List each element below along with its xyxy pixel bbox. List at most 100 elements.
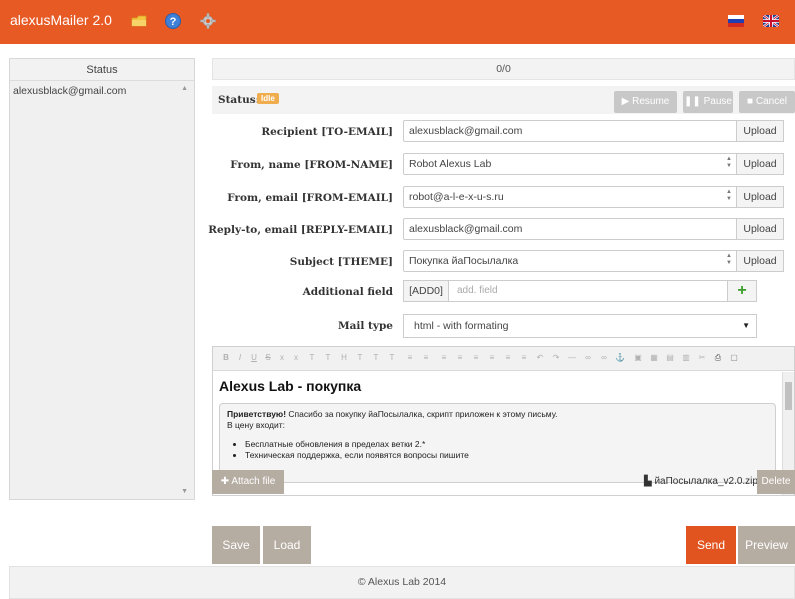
recipient-upload-button[interactable]: Upload xyxy=(737,120,784,142)
scrollbar-thumb[interactable] xyxy=(785,382,792,410)
clear-format-icon[interactable]: T xyxy=(387,353,397,363)
load-button[interactable]: Load xyxy=(263,526,311,564)
reply-to-value: alexusblack@gmail.com xyxy=(409,223,523,235)
align-right-icon[interactable]: ≡ xyxy=(503,353,513,363)
resume-button[interactable]: ▶ Resume xyxy=(614,91,677,113)
recipient-input[interactable]: alexusblack@gmail.com xyxy=(403,120,737,142)
plus-icon: + xyxy=(737,282,747,299)
image-icon[interactable]: ▣ xyxy=(633,353,643,363)
spinner-icon[interactable]: ▲ ▼ xyxy=(726,156,732,170)
underline-icon[interactable]: U xyxy=(249,353,259,363)
reply-to-input[interactable]: alexusblack@gmail.com xyxy=(403,218,737,240)
superscript-icon[interactable]: x xyxy=(291,353,301,363)
horizontal-rule-icon[interactable]: — xyxy=(567,353,577,363)
subject-label: Subject [THEME] xyxy=(289,256,393,268)
message-editor[interactable]: B I U S x x T T H T T T ≡ ≡ ≡ ≡ ≡ ≡ ≡ ≡ … xyxy=(212,346,795,496)
from-email-value: robot@a-l-e-x-u-s.ru xyxy=(409,191,504,203)
cancel-button[interactable]: ■ Cancel xyxy=(739,91,795,113)
stop-icon: ■ xyxy=(747,96,756,107)
price-line: В цену входит: xyxy=(227,420,286,430)
recipient-value: alexusblack@gmail.com xyxy=(409,125,523,137)
attachment-filename: ▙ йаПосылалка_v2.0.zip xyxy=(644,476,758,487)
link-icon[interactable]: ∞ xyxy=(583,353,593,363)
email-intro: Приветствую! Спасибо за покупку йаПосыла… xyxy=(227,409,768,420)
scroll-down-icon[interactable]: ▼ xyxy=(181,488,188,495)
table-icon[interactable]: ▦ xyxy=(649,353,659,363)
spinner-icon[interactable]: ▲ ▼ xyxy=(726,189,732,203)
uk-flag-icon[interactable] xyxy=(762,14,780,28)
help-icon[interactable]: ? xyxy=(164,12,182,30)
from-name-input[interactable]: Robot Alexus Lab ▲ ▼ xyxy=(403,153,737,175)
redo-icon[interactable]: ↷ xyxy=(551,353,561,363)
paste-icon[interactable]: ▤ xyxy=(665,353,675,363)
reply-to-label: Reply-to, email [REPLY-EMAIL] xyxy=(208,224,393,236)
italic-icon[interactable]: I xyxy=(235,353,245,363)
send-button[interactable]: Send xyxy=(686,526,736,564)
mail-type-select[interactable]: html - with formating ▼ xyxy=(403,314,757,338)
plus-icon: ✚ xyxy=(220,476,232,487)
undo-icon[interactable]: ↶ xyxy=(535,353,545,363)
copy-icon[interactable]: ▥ xyxy=(681,353,691,363)
delete-attachment-button[interactable]: Delete xyxy=(757,470,795,494)
attach-file-button[interactable]: ✚ Attach file xyxy=(212,470,284,494)
align-justify-icon[interactable]: ≡ xyxy=(519,353,529,363)
indent-icon[interactable]: ≡ xyxy=(455,353,465,363)
align-left-icon[interactable]: ≡ xyxy=(471,353,481,363)
font-family-icon[interactable]: T xyxy=(323,353,333,363)
editor-toolbar: B I U S x x T T H T T T ≡ ≡ ≡ ≡ ≡ ≡ ≡ ≡ … xyxy=(213,347,794,371)
outdent-icon[interactable]: ≡ xyxy=(439,353,449,363)
folder-icon[interactable] xyxy=(130,12,148,30)
strikethrough-icon[interactable]: S xyxy=(263,353,273,363)
reply-to-upload-button[interactable]: Upload xyxy=(737,218,784,240)
from-email-input[interactable]: robot@a-l-e-x-u-s.ru ▲ ▼ xyxy=(403,186,737,208)
footer: © Alexus Lab 2014 xyxy=(9,566,795,599)
svg-text:?: ? xyxy=(170,16,177,28)
resume-label: Resume xyxy=(632,96,670,107)
additional-field-label: Additional field xyxy=(302,286,393,298)
pause-button[interactable]: ❚❚ Pause xyxy=(683,91,733,113)
cut-icon[interactable]: ✂ xyxy=(697,353,707,363)
heading-icon[interactable]: H xyxy=(339,353,349,363)
top-bar: alexusMailer 2.0 ? xyxy=(0,0,795,44)
unordered-list-icon[interactable]: ≡ xyxy=(421,353,431,363)
status-list-item[interactable]: alexusblack@gmail.com xyxy=(10,81,194,101)
gear-icon[interactable] xyxy=(199,12,217,30)
from-email-label: From, email [FROM-EMAIL] xyxy=(227,192,393,204)
recipient-label: Recipient [TO-EMAIL] xyxy=(261,126,393,138)
status-label: Status: xyxy=(218,94,260,106)
font-size-icon[interactable]: T xyxy=(307,353,317,363)
ordered-list-icon[interactable]: ≡ xyxy=(405,353,415,363)
pause-icon: ❚❚ xyxy=(684,96,704,107)
additional-field-input[interactable]: add. field xyxy=(448,280,728,302)
print-icon[interactable]: ⎙ xyxy=(713,353,723,363)
spinner-icon[interactable]: ▲ ▼ xyxy=(726,253,732,267)
save-button[interactable]: Save xyxy=(212,526,260,564)
subscript-icon[interactable]: x xyxy=(277,353,287,363)
unlink-icon[interactable]: ∞ xyxy=(599,353,609,363)
greeting-text: Приветствую! xyxy=(227,409,287,419)
subject-upload-button[interactable]: Upload xyxy=(737,250,784,272)
text-color-icon[interactable]: T xyxy=(355,353,365,363)
align-center-icon[interactable]: ≡ xyxy=(487,353,497,363)
email-body-box: Приветствую! Спасибо за покупку йаПосыла… xyxy=(219,403,776,483)
anchor-icon[interactable]: ⚓ xyxy=(615,353,625,363)
source-code-icon[interactable]: ▢ xyxy=(729,353,739,363)
bold-icon[interactable]: B xyxy=(221,353,231,363)
pause-label: Pause xyxy=(703,96,732,107)
cancel-label: Cancel xyxy=(755,96,787,107)
dropdown-arrow-icon: ▼ xyxy=(742,321,750,330)
add-field-button[interactable]: + xyxy=(727,280,757,302)
background-color-icon[interactable]: T xyxy=(371,353,381,363)
status-badge: Idle xyxy=(257,93,279,104)
from-name-value: Robot Alexus Lab xyxy=(409,158,492,170)
russia-flag-icon[interactable] xyxy=(728,15,744,27)
email-bullets: Бесплатные обновления в пределах ветки 2… xyxy=(245,439,768,461)
mail-type-label: Mail type xyxy=(337,320,393,332)
list-item: Бесплатные обновления в пределах ветки 2… xyxy=(245,439,768,450)
preview-button[interactable]: Preview xyxy=(738,526,795,564)
app-title: alexusMailer 2.0 xyxy=(10,12,112,28)
from-name-upload-button[interactable]: Upload xyxy=(737,153,784,175)
from-email-upload-button[interactable]: Upload xyxy=(737,186,784,208)
scroll-up-icon[interactable]: ▲ xyxy=(181,85,188,92)
subject-input[interactable]: Покупка йаПосылалка ▲ ▼ xyxy=(403,250,737,272)
